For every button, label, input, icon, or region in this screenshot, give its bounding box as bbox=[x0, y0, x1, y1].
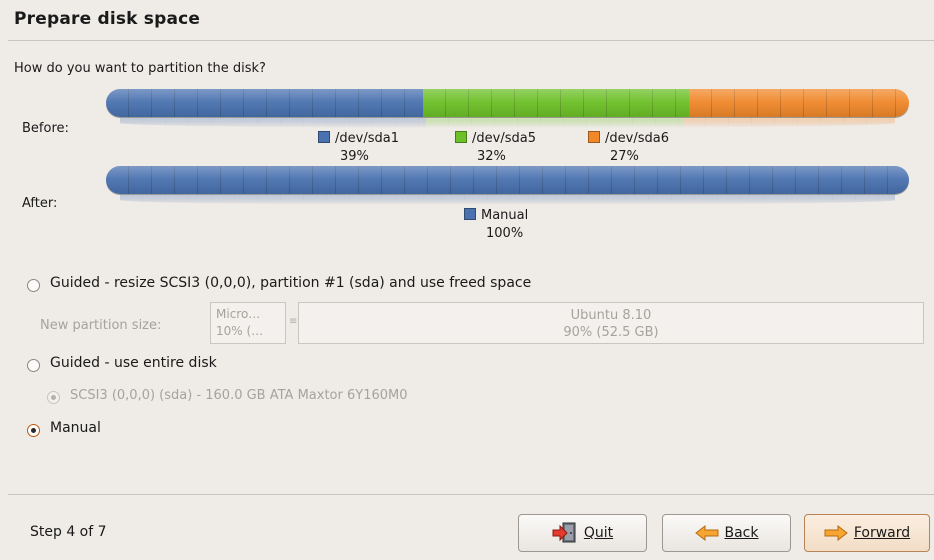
before-segment-2 bbox=[423, 89, 689, 117]
legend-sda6-percent: 27% bbox=[610, 149, 639, 164]
legend-sda6-name: /dev/sda6 bbox=[605, 131, 669, 146]
disk-choice-label[interactable]: SCSI3 (0,0,0) (sda) - 160.0 GB ATA Maxto… bbox=[70, 388, 408, 403]
before-reflection-segment-1 bbox=[120, 118, 427, 128]
guided-resize-radio[interactable] bbox=[27, 279, 40, 292]
legend-sda1-percent: 39% bbox=[340, 149, 369, 164]
before-segment-3 bbox=[688, 89, 909, 117]
before-label: Before: bbox=[22, 121, 69, 136]
before-reflection-segment-3 bbox=[682, 118, 896, 128]
sda1-swatch bbox=[318, 131, 330, 143]
legend-sda6: /dev/sda6 27% bbox=[588, 130, 669, 166]
before-reflection-segment-2 bbox=[426, 118, 683, 128]
disk-choice-radio[interactable] bbox=[47, 391, 60, 404]
new-partition-name: Ubuntu 8.10 bbox=[570, 308, 652, 323]
guided-entire-radio[interactable] bbox=[27, 359, 40, 372]
new-partition-size: 90% (52.5 GB) bbox=[563, 325, 659, 340]
sda5-swatch bbox=[455, 131, 467, 143]
legend-manual-name: Manual bbox=[481, 208, 529, 223]
page-title: Prepare disk space bbox=[14, 9, 201, 29]
old-partition-size: 10% (… bbox=[216, 324, 264, 338]
after-reflection-segment-1 bbox=[120, 195, 895, 205]
resize-handle-icon[interactable]: ≡ bbox=[289, 316, 297, 327]
arrow-left-icon bbox=[694, 525, 719, 541]
before-segment-1 bbox=[106, 89, 424, 117]
guided-entire-label[interactable]: Guided - use entire disk bbox=[50, 355, 217, 371]
old-partition-size-box: Micro… 10% (… bbox=[210, 302, 286, 344]
before-partition-bar bbox=[106, 89, 909, 117]
new-partition-size-box: Ubuntu 8.10 90% (52.5 GB) bbox=[298, 302, 924, 344]
legend-sda5: /dev/sda5 32% bbox=[455, 130, 536, 166]
old-partition-name: Micro… bbox=[216, 307, 261, 321]
quit-door-icon bbox=[552, 522, 578, 544]
after-label: After: bbox=[22, 196, 58, 211]
back-button-label: Back bbox=[724, 525, 759, 541]
arrow-right-icon bbox=[824, 525, 848, 541]
quit-button-label: Quit bbox=[583, 525, 614, 541]
forward-button[interactable]: Forward bbox=[804, 514, 930, 552]
sda6-swatch bbox=[588, 131, 600, 143]
legend-sda1-name: /dev/sda1 bbox=[335, 131, 399, 146]
title-divider bbox=[8, 40, 934, 41]
manual-label[interactable]: Manual bbox=[50, 420, 101, 436]
before-bar-reflection bbox=[120, 118, 896, 128]
legend-manual-percent: 100% bbox=[486, 226, 524, 241]
after-partition-bar bbox=[106, 166, 909, 194]
manual-radio[interactable] bbox=[27, 424, 40, 437]
after-segment-1 bbox=[106, 166, 909, 194]
new-partition-size-label: New partition size: bbox=[40, 318, 162, 333]
guided-resize-label[interactable]: Guided - resize SCSI3 (0,0,0), partition… bbox=[50, 275, 531, 291]
quit-button[interactable]: Quit bbox=[518, 514, 647, 552]
step-indicator: Step 4 of 7 bbox=[30, 524, 107, 540]
back-button[interactable]: Back bbox=[662, 514, 791, 552]
partition-question: How do you want to partition the disk? bbox=[14, 61, 266, 76]
forward-button-label: Forward bbox=[853, 525, 911, 541]
legend-sda5-name: /dev/sda5 bbox=[472, 131, 536, 146]
after-bar-reflection bbox=[120, 195, 895, 205]
footer-divider bbox=[8, 494, 934, 495]
legend-sda1: /dev/sda1 39% bbox=[318, 130, 399, 166]
legend-sda5-percent: 32% bbox=[477, 149, 506, 164]
legend-manual: Manual 100% bbox=[464, 207, 528, 243]
manual-swatch bbox=[464, 208, 476, 220]
